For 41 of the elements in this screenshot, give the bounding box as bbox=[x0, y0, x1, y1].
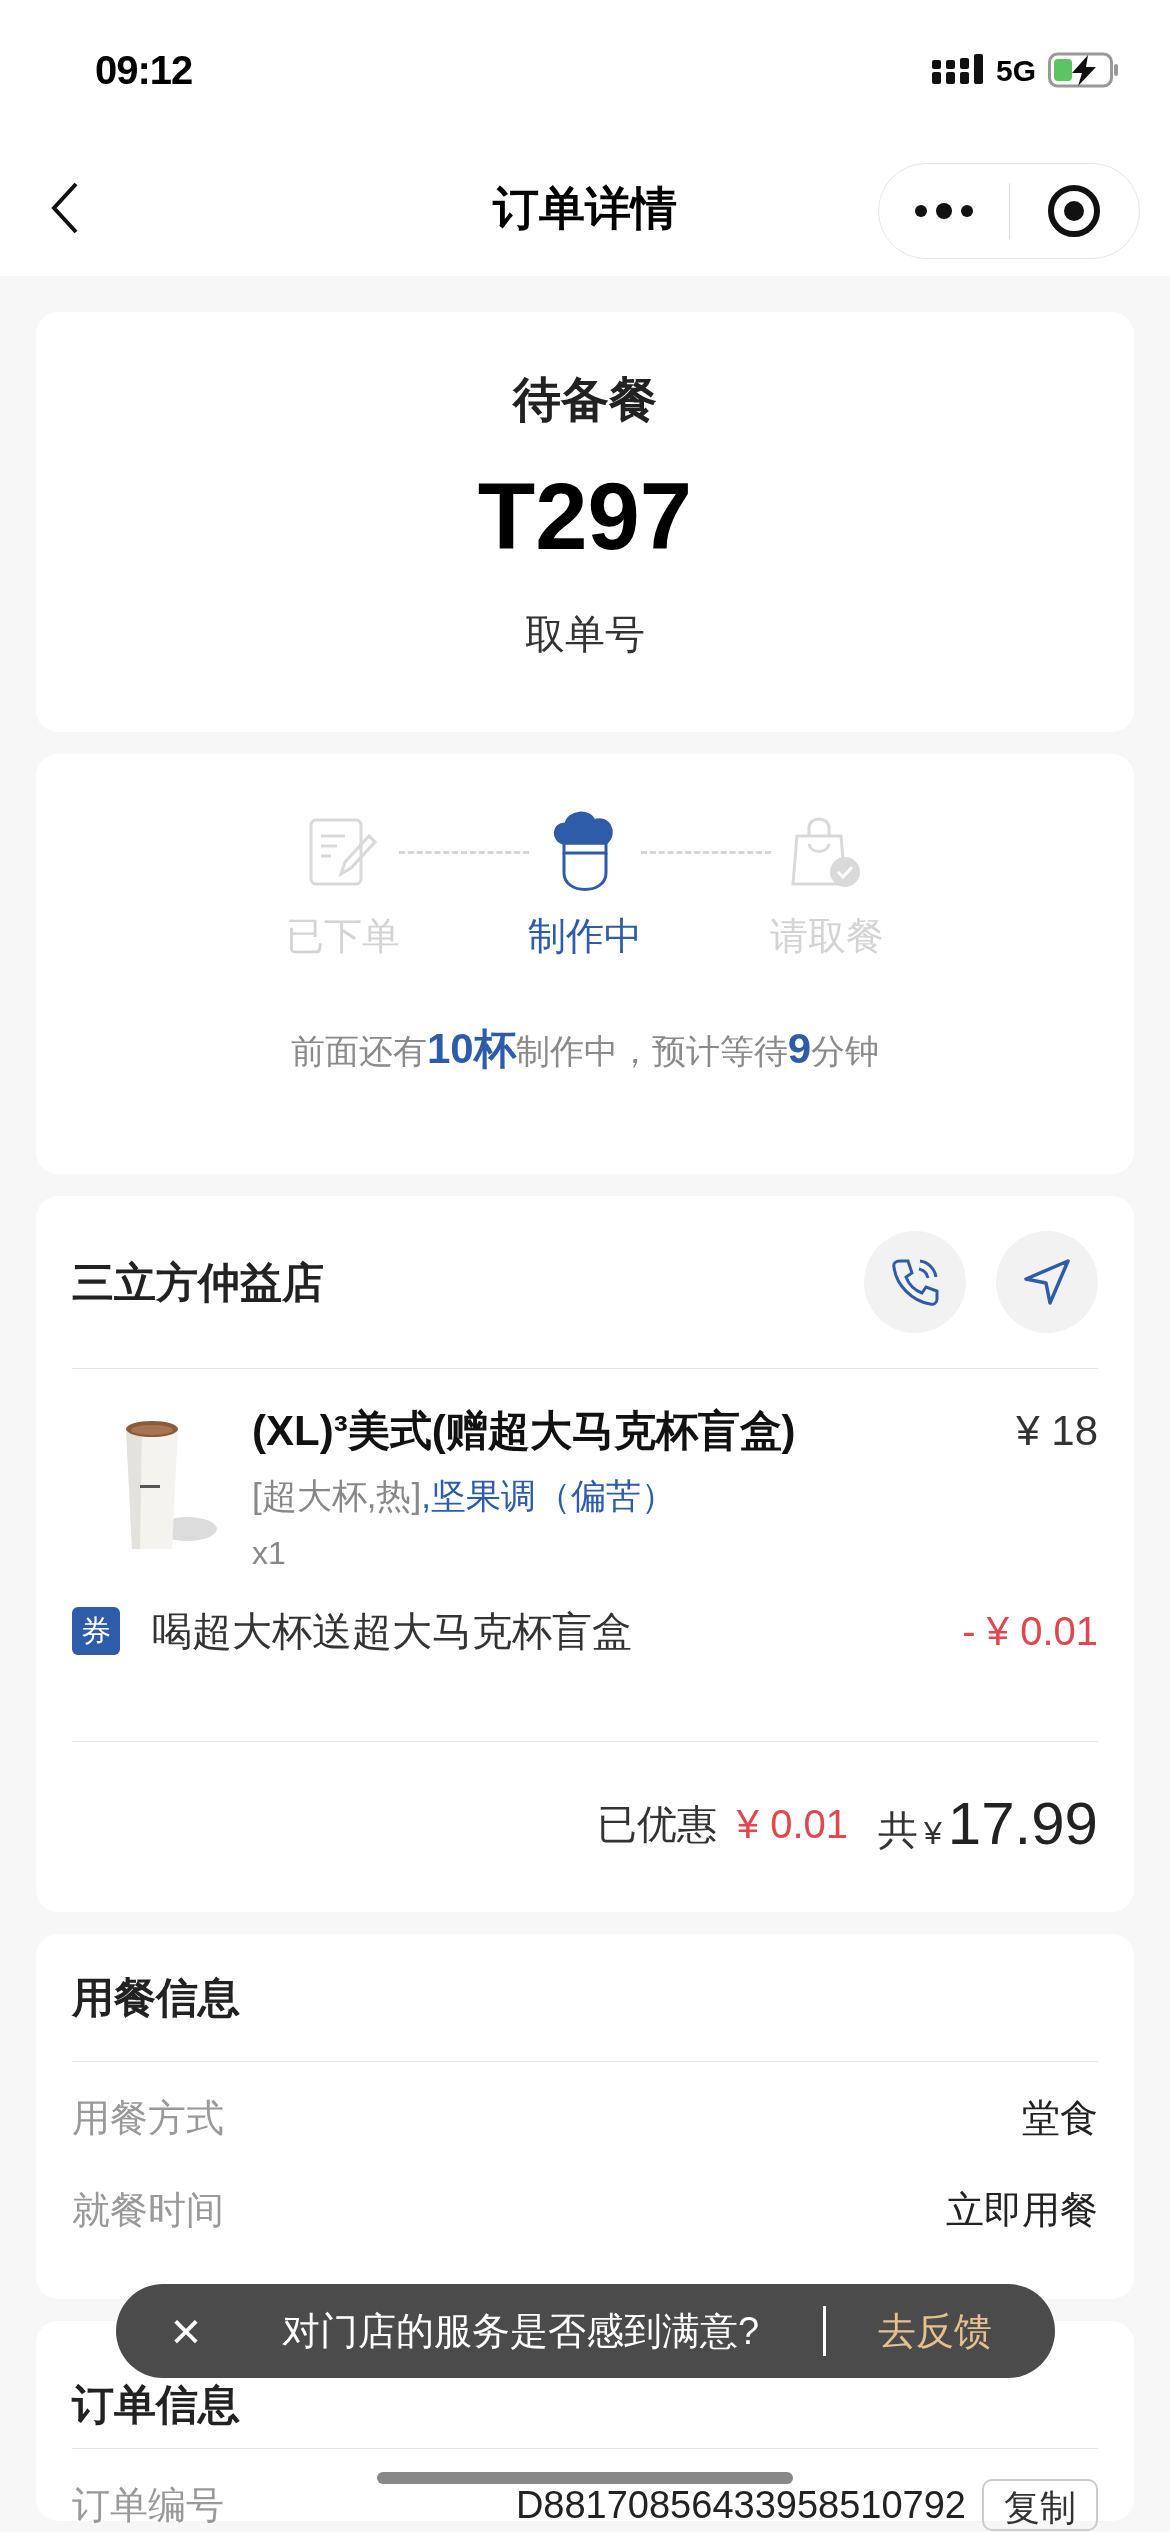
more-icon bbox=[912, 202, 975, 220]
section-title: 订单信息 bbox=[72, 2380, 240, 2430]
info-label: 订单编号 bbox=[72, 2482, 224, 2528]
discount-label: 已优惠 bbox=[596, 1800, 717, 1848]
phone-icon bbox=[890, 1257, 940, 1307]
step-label: 制作中 bbox=[528, 914, 642, 959]
product-price: ¥ 18 bbox=[1016, 1406, 1098, 1456]
network-label: 5G bbox=[995, 52, 1036, 89]
target-icon bbox=[1047, 184, 1102, 238]
discount-amount: ¥ 0.01 bbox=[736, 1800, 849, 1848]
store-name: 三立方仲益店 bbox=[72, 1257, 324, 1308]
coupon-name: 喝超大杯送超大马克杯盲盒 bbox=[152, 1607, 632, 1655]
queue-note: 前面还有10杯制作中，预计等待9分钟 bbox=[290, 1024, 880, 1074]
coupon-tag: 券 bbox=[72, 1606, 120, 1655]
product-options: [超大杯,热] bbox=[252, 1470, 422, 1523]
product-quantity: x1 bbox=[252, 1533, 287, 1573]
navigation-arrow-icon bbox=[1022, 1257, 1072, 1307]
coupon-amount: - ¥ 0.01 bbox=[962, 1607, 1098, 1655]
pickup-label: 取单号 bbox=[525, 611, 645, 658]
section-title: 用餐信息 bbox=[72, 1973, 240, 2023]
feedback-link[interactable]: 去反馈 bbox=[878, 2302, 993, 2360]
info-value: D88170856433958510792 bbox=[515, 2482, 966, 2528]
order-status: 待备餐 bbox=[513, 372, 657, 428]
info-label: 用餐方式 bbox=[72, 2095, 224, 2141]
info-label: 就餐时间 bbox=[72, 2187, 224, 2233]
info-value: 堂食 bbox=[1022, 2095, 1098, 2141]
pickup-code: T297 bbox=[477, 470, 693, 564]
copy-button[interactable]: 复制 bbox=[982, 2479, 1098, 2531]
product-flavor: ,坚果调（偏苦） bbox=[421, 1475, 676, 1517]
battery-charging-icon bbox=[1048, 52, 1120, 88]
status-time: 09:12 bbox=[95, 47, 193, 94]
close-button[interactable]: × bbox=[156, 2305, 216, 2357]
page-title: 订单详情 bbox=[493, 181, 677, 234]
toast-message: 对门店的服务是否感到满意? bbox=[282, 2308, 760, 2354]
total-currency: ¥ bbox=[924, 1813, 942, 1853]
product-name: (XL)³美式(赠超大马克杯盲盒) bbox=[252, 1406, 796, 1456]
total-label: 共 bbox=[878, 1806, 919, 1854]
info-value: 立即用餐 bbox=[946, 2187, 1098, 2233]
total-amount: 17.99 bbox=[947, 1788, 1098, 1859]
signal-icon bbox=[931, 54, 984, 86]
back-icon bbox=[50, 180, 80, 236]
